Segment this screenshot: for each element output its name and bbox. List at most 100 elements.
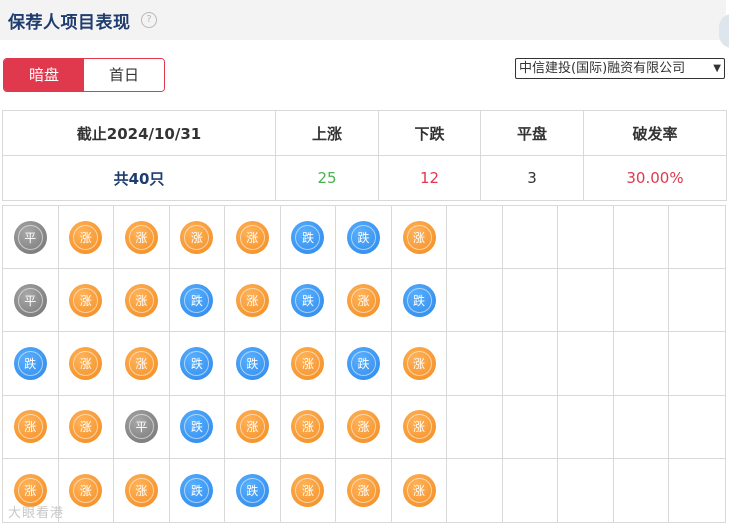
grid-cell (669, 332, 725, 396)
grid-cell (669, 459, 725, 522)
grid-cell: 涨 (59, 458, 115, 522)
grid-cell: 涨 (391, 332, 448, 396)
help-icon[interactable]: ? (141, 12, 157, 28)
rise-coin-icon[interactable]: 涨 (124, 473, 158, 507)
grid-cell (669, 396, 725, 459)
grid-cell: 跌 (391, 269, 448, 333)
rise-coin-icon[interactable]: 涨 (69, 346, 103, 380)
underwriter-select[interactable]: 中信建投(国际)融资有限公司 ▼ (515, 58, 725, 79)
grid-cell (558, 269, 614, 333)
rise-coin-icon[interactable]: 涨 (124, 283, 158, 317)
grid-cell (447, 332, 503, 396)
grid-cell: 平 (114, 395, 170, 459)
rise-coin-icon[interactable]: 涨 (346, 473, 380, 507)
fall-coin-icon[interactable]: 跌 (402, 283, 436, 317)
fall-coin-icon[interactable]: 跌 (180, 283, 214, 317)
grid-cell: 涨 (114, 458, 170, 522)
grid-cell: 涨 (280, 395, 337, 459)
coin-label: 跌 (301, 293, 314, 308)
summary-flat-header: 平盘 (480, 110, 584, 156)
fall-coin-icon[interactable]: 跌 (180, 410, 214, 444)
rise-coin-icon[interactable]: 涨 (69, 473, 103, 507)
rise-coin-icon[interactable]: 涨 (69, 283, 103, 317)
coin-label: 跌 (357, 230, 370, 245)
coin-label: 跌 (24, 356, 37, 371)
coin-label: 跌 (357, 356, 370, 371)
fall-coin-icon[interactable]: 跌 (291, 220, 325, 254)
coin-label: 涨 (413, 230, 426, 245)
rise-coin-icon[interactable]: 涨 (346, 410, 380, 444)
summary-value-row: 共40只 25 12 3 30.00% (2, 155, 727, 201)
rise-coin-icon[interactable]: 涨 (346, 283, 380, 317)
flat-coin-icon[interactable]: 平 (13, 283, 47, 317)
coin-label: 涨 (190, 230, 203, 245)
rise-coin-icon[interactable]: 涨 (124, 220, 158, 254)
rise-coin-icon[interactable]: 涨 (124, 346, 158, 380)
side-tab-icon[interactable] (719, 14, 729, 48)
fall-coin-icon[interactable]: 跌 (291, 283, 325, 317)
grid-cell (447, 395, 503, 459)
coin-label: 涨 (301, 483, 314, 498)
fall-coin-icon[interactable]: 跌 (180, 473, 214, 507)
grid-cell: 跌 (169, 395, 226, 459)
grid-cell (613, 269, 670, 333)
rise-coin-icon[interactable]: 涨 (402, 473, 436, 507)
grid-cell: 涨 (58, 332, 115, 396)
grid-cell (558, 395, 614, 459)
coin-label: 跌 (246, 356, 259, 371)
coin-label: 涨 (357, 420, 370, 435)
grid-cell: 涨 (114, 206, 170, 270)
grid-cell (502, 332, 559, 396)
coin-label: 跌 (190, 293, 203, 308)
rise-coin-icon[interactable]: 涨 (69, 220, 103, 254)
coin-label: 涨 (246, 230, 259, 245)
coin-label: 涨 (79, 293, 92, 308)
fall-coin-icon[interactable]: 跌 (235, 473, 269, 507)
summary-table: 截止2024/10/31 上涨 下跌 平盘 破发率 共40只 25 12 3 3… (2, 110, 727, 201)
fall-coin-icon[interactable]: 跌 (346, 346, 380, 380)
summary-rise-header: 上涨 (275, 110, 379, 156)
rise-coin-icon[interactable]: 涨 (13, 410, 47, 444)
coin-label: 涨 (357, 483, 370, 498)
rise-coin-icon[interactable]: 涨 (291, 346, 325, 380)
summary-fall-header: 下跌 (378, 110, 481, 156)
fall-coin-icon[interactable]: 跌 (13, 346, 47, 380)
coin-label: 涨 (246, 420, 259, 435)
grid-cell (613, 332, 670, 396)
fall-coin-icon[interactable]: 跌 (346, 220, 380, 254)
rise-coin-icon[interactable]: 涨 (69, 410, 103, 444)
fall-coin-icon[interactable]: 跌 (180, 346, 214, 380)
flat-coin-icon[interactable]: 平 (124, 410, 158, 444)
toggle-dark-market[interactable]: 暗盘 (4, 59, 84, 91)
coin-label: 涨 (79, 356, 92, 371)
summary-header-row: 截止2024/10/31 上涨 下跌 平盘 破发率 (2, 110, 727, 156)
grid-cell: 涨 (336, 458, 392, 522)
rise-coin-icon[interactable]: 涨 (402, 346, 436, 380)
grid-cell (447, 269, 503, 333)
rise-coin-icon[interactable]: 涨 (180, 220, 214, 254)
coin-label: 涨 (24, 483, 37, 498)
coin-label: 涨 (135, 356, 148, 371)
coin-label: 跌 (190, 420, 203, 435)
toggle-first-day[interactable]: 首日 (84, 59, 164, 91)
rise-coin-icon[interactable]: 涨 (291, 410, 325, 444)
flat-coin-icon[interactable]: 平 (13, 220, 47, 254)
grid-cell: 跌 (280, 269, 337, 333)
coin-label: 跌 (413, 293, 426, 308)
rise-coin-icon[interactable]: 涨 (235, 283, 269, 317)
grid-cell (613, 395, 670, 459)
rise-coin-icon[interactable]: 涨 (291, 473, 325, 507)
rise-coin-icon[interactable]: 涨 (235, 410, 269, 444)
summary-break-rate-header: 破发率 (583, 110, 727, 156)
grid-cell: 涨 (391, 395, 448, 459)
rise-coin-icon[interactable]: 涨 (402, 410, 436, 444)
grid-cell: 平 (3, 206, 59, 270)
grid-cell: 涨 (336, 395, 392, 459)
rise-coin-icon[interactable]: 涨 (402, 220, 436, 254)
grid-cell: 涨 (169, 206, 226, 270)
rise-coin-icon[interactable]: 涨 (235, 220, 269, 254)
fall-coin-icon[interactable]: 跌 (235, 346, 269, 380)
coin-label: 跌 (190, 356, 203, 371)
grid-cell: 涨 (114, 332, 170, 396)
coin-label: 平 (24, 293, 37, 308)
